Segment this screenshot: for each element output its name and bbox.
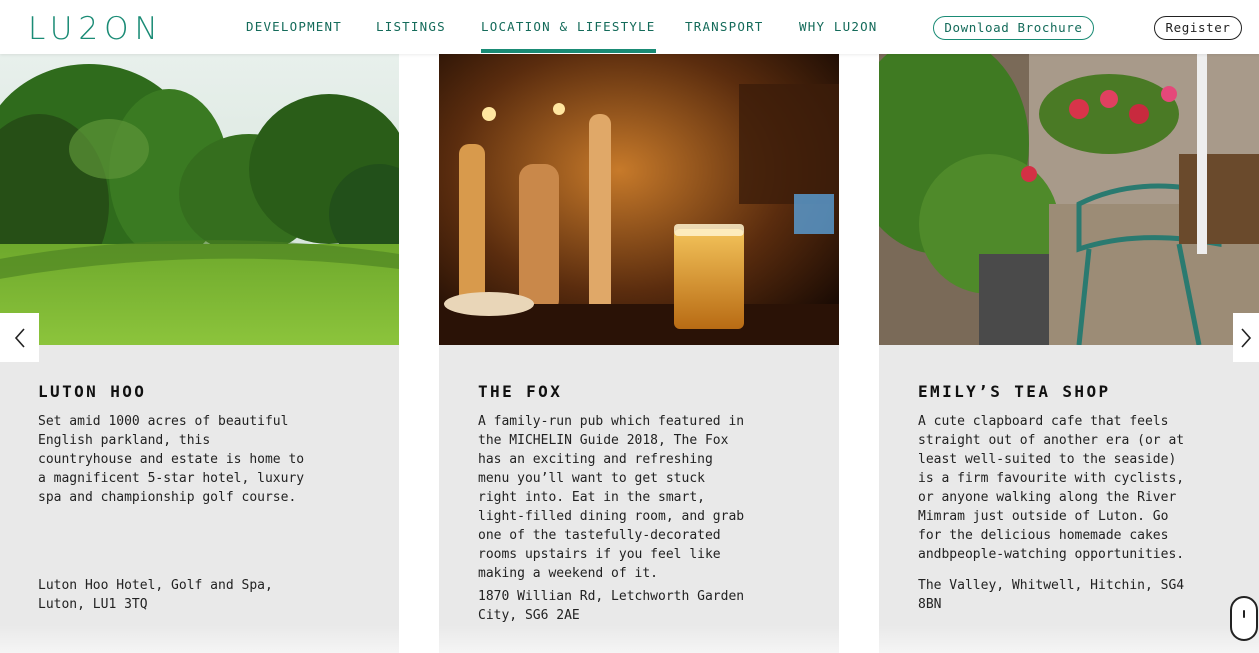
- card-description: A family-run pub which featured in the M…: [478, 414, 745, 581]
- chevron-right-icon: [1241, 327, 1252, 348]
- download-brochure-button[interactable]: Download Brochure: [933, 16, 1094, 40]
- register-button[interactable]: Register: [1154, 16, 1242, 40]
- carousel-next-button[interactable]: [1233, 313, 1259, 362]
- nav-listings[interactable]: LISTINGS: [376, 19, 446, 34]
- nav-development[interactable]: DEVELOPMENT: [246, 19, 342, 34]
- card-emilys-tea-shop: EMILY’S TEA SHOP A cute clapboard cafe t…: [879, 54, 1259, 653]
- mouse-scroll-icon: [1230, 596, 1258, 641]
- card-address: Luton Hoo Hotel, Golf and Spa, Luton, LU…: [38, 578, 273, 612]
- card-luton-hoo: LUTON HOO Set amid 1000 acres of beautif…: [0, 54, 399, 653]
- the-fox-photo: [439, 54, 839, 345]
- emilys-tea-shop-photo: [879, 54, 1259, 345]
- site-logo[interactable]: LU2ON: [28, 13, 164, 45]
- chevron-left-icon: [14, 327, 25, 348]
- carousel-prev-button[interactable]: [0, 313, 39, 362]
- card-title: EMILY’S TEA SHOP: [918, 382, 1111, 401]
- nav-location-lifestyle[interactable]: LOCATION & LIFESTYLE: [481, 19, 656, 53]
- card-address: 1870 Willian Rd, Letchworth Garden City,…: [478, 589, 745, 623]
- card-description: A cute clapboard cafe that feels straigh…: [918, 414, 1185, 562]
- nav-transport[interactable]: TRANSPORT: [685, 19, 764, 34]
- luton-hoo-photo: [0, 54, 399, 345]
- nav-why-lu2on[interactable]: WHY LU2ON: [799, 19, 878, 34]
- card-description: Set amid 1000 acres of beautiful English…: [38, 414, 305, 505]
- card-address: The Valley, Whitwell, Hitchin, SG4 8BN: [918, 578, 1185, 612]
- card-title: THE FOX: [478, 382, 563, 401]
- site-header: LU2ON DEVELOPMENT LISTINGS LOCATION & LI…: [0, 0, 1259, 54]
- card-title: LUTON HOO: [38, 382, 147, 401]
- card-the-fox: THE FOX A family-run pub which featured …: [439, 54, 839, 653]
